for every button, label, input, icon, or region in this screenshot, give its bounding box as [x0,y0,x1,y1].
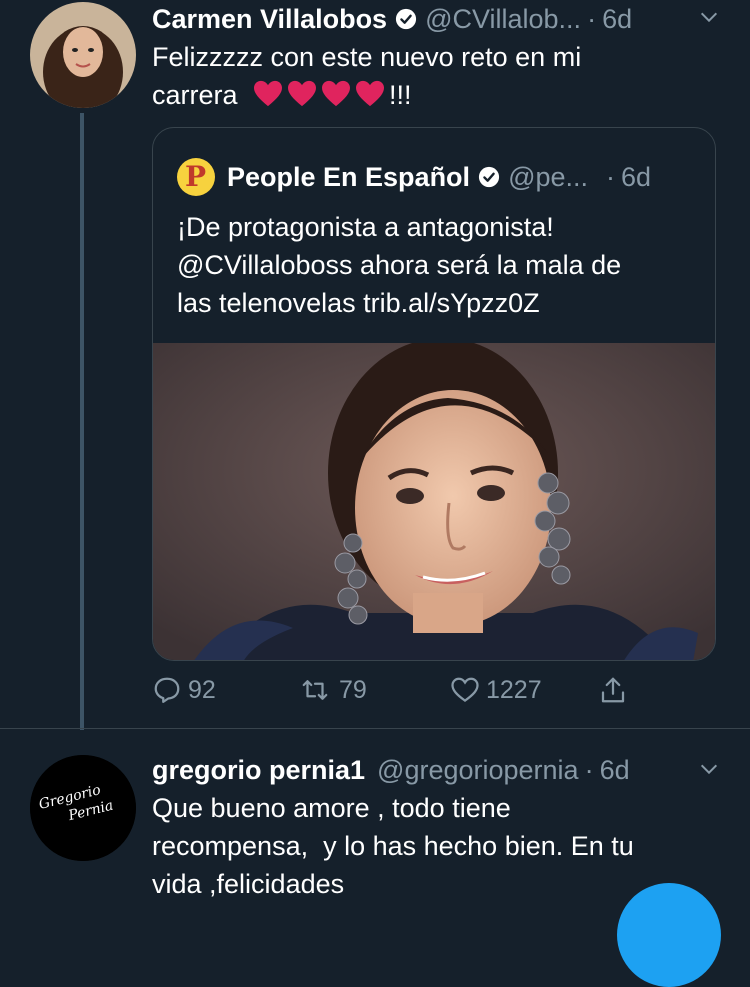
quoted-timestamp[interactable]: 6d [621,162,651,193]
avatar-carmen[interactable] [30,2,136,108]
tweet-text-exclaim: !!! [389,80,412,110]
tweet-header: gregorio pernia1 @gregoriopernia · 6d [152,751,750,789]
quoted-header: P People En Español @pe... · 6d [177,158,651,196]
chevron-down-icon[interactable] [698,758,720,780]
tweet-text-line2: recompensa, y lo has hecho bien. En tu [152,831,634,861]
separator: · [587,3,597,34]
people-logo-letter: P [185,160,207,193]
retweet-button[interactable]: 79 [297,675,367,705]
tweet-carmen: Carmen Villalobos @CVillalob... · 6d Fel… [0,0,750,730]
tweet-text-word: carrera [152,80,238,110]
chevron-down-icon[interactable] [698,6,720,28]
author-name[interactable]: Carmen Villalobos [152,4,387,35]
quoted-text-line2: @CVillaloboss ahora será la mala de [177,250,622,280]
quoted-author-name[interactable]: People En Español [227,162,470,193]
retweet-count: 79 [339,675,367,704]
tweet-text-line1: Que bueno amore , todo tiene [152,793,511,823]
tweet-text-line1: Felizzzzz con este nuevo reto en mi [152,42,582,72]
heart-emoji-icon [254,80,283,107]
like-count: 1227 [486,675,542,704]
thread-line [80,113,84,730]
tweet-header: Carmen Villalobos @CVillalob... · 6d [152,0,750,38]
retweet-icon [302,680,328,700]
tweet-text-line2: carrera !!! [152,76,722,114]
like-button[interactable]: 1227 [450,675,542,705]
verified-icon [395,8,417,30]
reply-button[interactable]: 92 [152,675,216,705]
separator: · [584,754,594,785]
quoted-text: ¡De protagonista a antagonista! @CVillal… [177,208,697,322]
verified-icon [478,166,500,188]
quoted-text-line3: las telenovelas trib.al/sYpzz0Z [177,288,540,318]
timestamp[interactable]: 6d [600,755,630,786]
tweet-text: Felizzzzz con este nuevo reto en mi carr… [152,38,722,114]
share-icon [601,677,625,703]
avatar-gregorio[interactable]: Gregorio Pernia [30,755,136,861]
timestamp[interactable]: 6d [602,4,632,35]
author-handle[interactable]: @CVillalob... [425,4,581,35]
reply-count: 92 [188,675,216,704]
separator: · [606,161,616,192]
tweet-actions: 92 79 1227 [152,675,652,715]
share-button[interactable] [598,675,634,705]
reply-icon [154,677,180,703]
people-logo-avatar[interactable]: P [177,158,215,196]
heart-emoji-icon [322,80,351,107]
quoted-tweet-card[interactable]: P People En Español @pe... · 6d ¡De prot… [152,127,716,661]
compose-tweet-button[interactable] [617,883,721,987]
author-name[interactable]: gregorio pernia1 [152,755,365,786]
quoted-text-line1: ¡De protagonista a antagonista! [177,212,554,242]
heart-emoji-icon [356,80,385,107]
heart-emoji-icon [288,80,317,107]
quoted-author-handle[interactable]: @pe... [508,162,588,193]
quoted-photo[interactable] [153,343,715,660]
author-handle[interactable]: @gregoriopernia [377,755,579,786]
tweet-gregorio: Gregorio Pernia gregorio pernia1 @gregor… [0,729,750,911]
like-heart-icon [451,677,479,703]
tweet-text: Que bueno amore , todo tiene recompensa,… [152,789,722,903]
